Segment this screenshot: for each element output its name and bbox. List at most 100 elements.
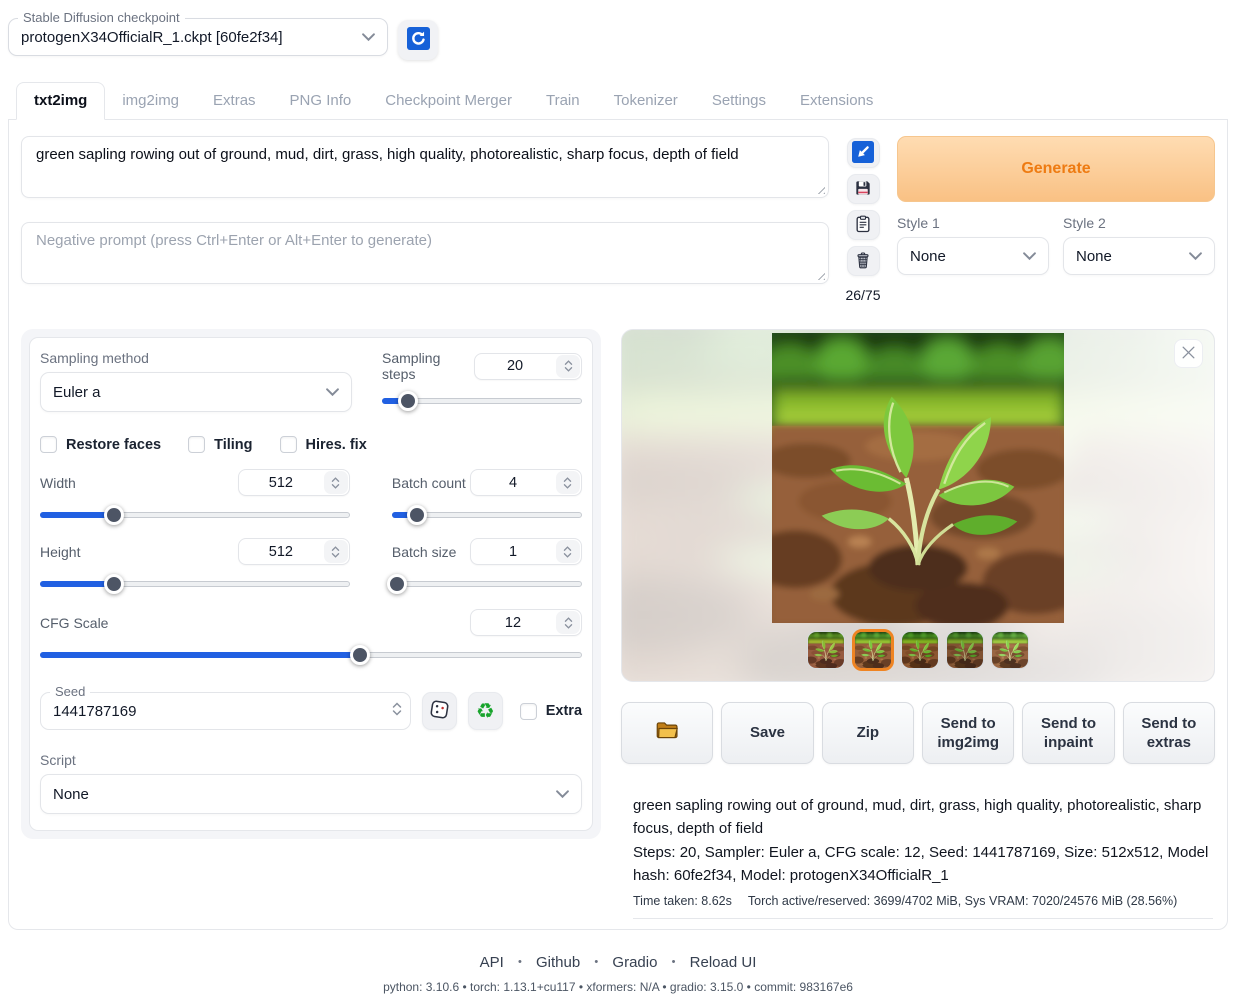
script-label: Script [40, 752, 582, 768]
slider-handle[interactable] [398, 391, 418, 411]
tab-img2img[interactable]: img2img [105, 82, 196, 119]
width-input[interactable]: 512 [238, 469, 350, 496]
zip-button[interactable]: Zip [822, 702, 914, 764]
github-link[interactable]: Github [536, 954, 580, 971]
chevron-down-icon [1023, 252, 1036, 261]
version-info: python: 3.10.6 • torch: 1.13.1+cu117 • x… [0, 980, 1236, 994]
batch-count-slider[interactable] [392, 505, 582, 524]
batch-size-input[interactable]: 1 [470, 538, 582, 565]
slider-handle[interactable] [407, 505, 427, 525]
checkbox-icon[interactable] [188, 436, 205, 453]
prompt-textarea[interactable]: green sapling rowing out of ground, mud,… [21, 136, 829, 198]
thumbnail-5[interactable] [991, 631, 1029, 669]
sampling-method-dropdown[interactable]: Euler a [40, 372, 352, 412]
negative-prompt-textarea[interactable]: Negative prompt (press Ctrl+Enter or Alt… [21, 222, 829, 284]
height-input[interactable]: 512 [238, 538, 350, 565]
reuse-seed-button[interactable]: ♻ [468, 692, 503, 730]
cfg-scale-slider[interactable] [40, 645, 582, 664]
spinner-icon[interactable] [324, 540, 348, 563]
save-style-button[interactable] [847, 174, 880, 204]
cfg-scale-label: CFG Scale [40, 615, 108, 631]
hires-fix-checkbox[interactable]: Hires. fix [280, 436, 367, 453]
checkbox-icon[interactable] [40, 436, 57, 453]
seed-input[interactable]: Seed 1441787169 [40, 692, 411, 730]
thumbnail-4[interactable] [946, 631, 984, 669]
tab-txt2img[interactable]: txt2img [16, 82, 105, 120]
tab-png-info[interactable]: PNG Info [273, 82, 369, 119]
read-parameters-button[interactable] [847, 138, 880, 168]
slider-handle[interactable] [104, 574, 124, 594]
generated-image[interactable] [772, 333, 1064, 623]
tab-settings[interactable]: Settings [695, 82, 783, 119]
sampling-steps-input[interactable]: 20 [474, 353, 582, 380]
generate-button[interactable]: Generate [897, 136, 1215, 202]
separator-dot: • [518, 956, 522, 968]
gradio-link[interactable]: Gradio [612, 954, 657, 971]
checkpoint-value: protogenX34OfficialR_1.ckpt [60fe2f34] [21, 29, 283, 46]
txt2img-panel: green sapling rowing out of ground, mud,… [8, 120, 1228, 930]
close-gallery-button[interactable] [1174, 339, 1203, 368]
generation-settings-inner: Sampling method Euler a Sampling steps [29, 337, 593, 831]
spinner-icon[interactable] [556, 611, 580, 634]
reload-ui-link[interactable]: Reload UI [690, 954, 757, 971]
style1-dropdown[interactable]: None [897, 237, 1049, 275]
send-to-inpaint-button[interactable]: Send to inpaint [1022, 702, 1114, 764]
tab-extensions[interactable]: Extensions [783, 82, 890, 119]
send-to-extras-button[interactable]: Send to extras [1123, 702, 1215, 764]
checkpoint-row: Stable Diffusion checkpoint protogenX34O… [0, 0, 1236, 60]
random-seed-button[interactable] [422, 692, 457, 730]
thumbnail-1[interactable] [807, 631, 845, 669]
tab-train[interactable]: Train [529, 82, 597, 119]
thumbnail-2-selected[interactable] [852, 629, 894, 671]
style2-dropdown[interactable]: None [1063, 237, 1215, 275]
api-link[interactable]: API [480, 954, 504, 971]
cfg-scale-input[interactable]: 12 [470, 609, 582, 636]
spinner-icon[interactable] [556, 471, 580, 494]
save-button[interactable]: Save [721, 702, 813, 764]
style1-field: Style 1 None [897, 215, 1049, 275]
checkbox-icon[interactable] [520, 703, 537, 720]
open-folder-button[interactable] [621, 702, 713, 764]
spinner-icon[interactable] [556, 540, 580, 563]
prompt-column: green sapling rowing out of ground, mud,… [21, 136, 829, 303]
seed-row: Seed 1441787169 ♻ [40, 692, 582, 730]
height-slider[interactable] [40, 574, 350, 593]
width-slider[interactable] [40, 505, 350, 524]
clear-prompt-button[interactable] [847, 246, 880, 276]
spinner-icon[interactable] [556, 355, 580, 378]
restore-faces-checkbox[interactable]: Restore faces [40, 436, 161, 453]
slider-handle[interactable] [387, 574, 407, 594]
refresh-checkpoint-button[interactable] [398, 20, 438, 60]
checkpoint-dropdown[interactable]: Stable Diffusion checkpoint protogenX34O… [8, 18, 388, 56]
slider-handle[interactable] [104, 505, 124, 525]
extra-seed-checkbox[interactable]: Extra [520, 703, 582, 720]
apply-style-button[interactable] [847, 210, 880, 240]
prompt-tools-column: 26/75 [843, 136, 883, 303]
batch-count-input[interactable]: 4 [470, 469, 582, 496]
send-to-img2img-button[interactable]: Send to img2img [922, 702, 1014, 764]
height-label: Height [40, 544, 80, 560]
spinner-icon[interactable] [324, 471, 348, 494]
slider-fill [40, 652, 360, 658]
slider-handle[interactable] [350, 645, 370, 665]
thumbnail-3[interactable] [901, 631, 939, 669]
spinner-icon[interactable] [392, 701, 402, 721]
tab-checkpoint-merger[interactable]: Checkpoint Merger [368, 82, 529, 119]
tab-extras[interactable]: Extras [196, 82, 273, 119]
sampling-method-value: Euler a [53, 384, 101, 401]
sampling-steps-slider[interactable] [382, 391, 582, 410]
separator-dot: • [672, 956, 676, 968]
checkbox-icon[interactable] [280, 436, 297, 453]
batch-size-label: Batch size [392, 544, 457, 560]
arrow-down-left-icon [852, 141, 874, 166]
batch-size-slider[interactable] [392, 574, 582, 593]
prompt-section: green sapling rowing out of ground, mud,… [21, 136, 1215, 303]
footer: API • Github • Gradio • Reload UI python… [0, 954, 1236, 994]
script-field: Script None [40, 752, 582, 814]
sd-webui-app: Stable Diffusion checkpoint protogenX34O… [0, 0, 1236, 994]
main-tabbar: txt2img img2img Extras PNG Info Checkpoi… [8, 82, 1228, 120]
tab-tokenizer[interactable]: Tokenizer [597, 82, 695, 119]
script-dropdown[interactable]: None [40, 774, 582, 814]
tiling-checkbox[interactable]: Tiling [188, 436, 252, 453]
refresh-icon [407, 27, 430, 53]
